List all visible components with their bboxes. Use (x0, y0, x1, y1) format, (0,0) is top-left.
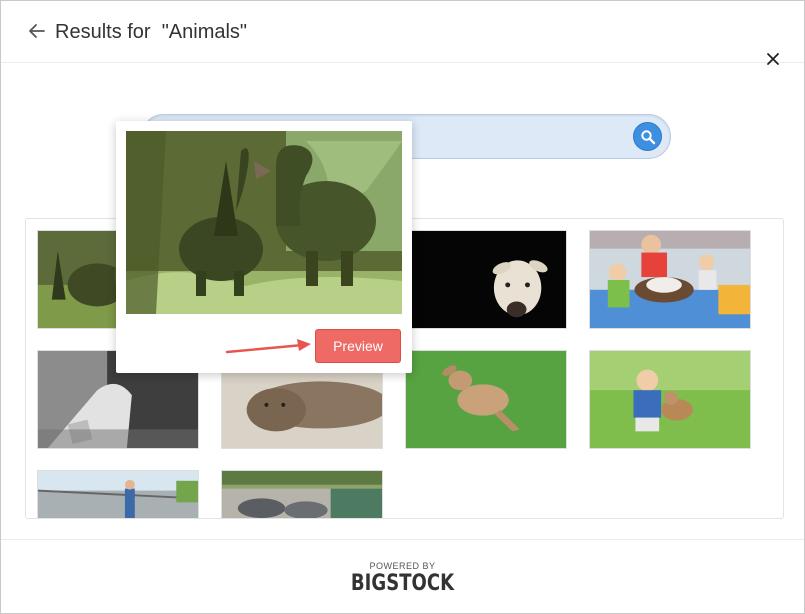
image-preview-popover: Preview (116, 121, 412, 373)
search-icon (641, 130, 656, 145)
result-thumbnail[interactable] (405, 230, 567, 329)
back-arrow-icon[interactable] (27, 21, 47, 41)
result-thumbnail[interactable] (589, 230, 751, 329)
result-thumbnail[interactable] (405, 350, 567, 449)
powered-by-label: POWERED BY (369, 561, 436, 571)
result-thumbnail[interactable] (589, 350, 751, 449)
page-title: Results for "Animals" (55, 21, 248, 43)
preview-button[interactable]: Preview (315, 329, 401, 363)
close-icon[interactable] (765, 51, 781, 67)
result-thumbnail[interactable] (221, 470, 383, 518)
results-modal: Results for "Animals" Preview POWERED BY… (0, 0, 805, 614)
popover-image[interactable] (126, 131, 402, 314)
result-thumbnail[interactable] (37, 470, 199, 518)
bigstock-logo: BIGSTOCK (350, 571, 455, 596)
modal-footer: POWERED BY BIGSTOCK (1, 539, 804, 613)
search-button[interactable] (633, 122, 662, 151)
modal-header: Results for "Animals" (1, 1, 804, 63)
